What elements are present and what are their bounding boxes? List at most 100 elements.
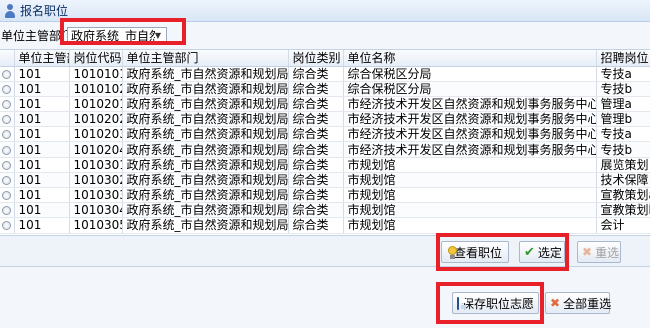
cell-department: 政府系统_市自然资源和规划局 bbox=[122, 111, 289, 128]
cell-position-type: 综合类 bbox=[288, 202, 344, 219]
cell-position-code: 1010302 bbox=[69, 172, 123, 189]
cell-department: 政府系统_市自然资源和规划局 bbox=[122, 66, 289, 82]
department-select[interactable]: 政府系统_市自然资源和规划局 ▼ bbox=[67, 27, 167, 44]
table-row[interactable]: 101 1010202 政府系统_市自然资源和规划局 综合类 市经济技术开发区自然资源和… bbox=[0, 111, 650, 128]
cell-unit-name: 市经济技术开发区自然资源和规划事务服务中心 bbox=[343, 96, 597, 113]
row-radio[interactable] bbox=[2, 84, 12, 94]
user-icon bbox=[3, 3, 17, 18]
row-radio[interactable] bbox=[2, 221, 12, 231]
cell-position-code: 1010101 bbox=[69, 66, 123, 82]
row-action-bar: 查看职位 ✔ 选定 ✖ 重选 bbox=[0, 235, 650, 267]
row-radio[interactable] bbox=[2, 175, 12, 185]
row-select-cell bbox=[0, 96, 15, 113]
row-radio[interactable] bbox=[2, 99, 12, 109]
table-row[interactable]: 101 1010201 政府系统_市自然资源和规划局 综合类 市经济技术开发区自然资源和… bbox=[0, 96, 650, 113]
cell-unit-name: 市规划馆 bbox=[343, 172, 597, 189]
row-select-cell bbox=[0, 111, 15, 128]
column-header-position-code[interactable]: 岗位代码 bbox=[69, 50, 123, 67]
cell-position-type: 综合类 bbox=[288, 111, 344, 128]
column-header-unit-name[interactable]: 单位名称 bbox=[343, 50, 597, 67]
cell-unit-code: 101 bbox=[14, 187, 70, 204]
row-select-cell bbox=[0, 172, 15, 189]
window-title: 报名职位 bbox=[20, 4, 69, 18]
row-radio[interactable] bbox=[2, 160, 12, 170]
cell-position-type: 综合类 bbox=[288, 217, 344, 234]
cell-position-code: 1010305 bbox=[69, 217, 123, 234]
cell-position-code: 1010201 bbox=[69, 96, 123, 113]
chevron-down-icon[interactable]: ▼ bbox=[152, 30, 164, 41]
table-row[interactable]: 101 1010204 政府系统_市自然资源和规划局 综合类 市经济技术开发区自然资源和… bbox=[0, 141, 650, 158]
cell-department: 政府系统_市自然资源和规划局 bbox=[122, 172, 289, 189]
cell-unit-code: 101 bbox=[14, 217, 70, 234]
cell-unit-code: 101 bbox=[14, 111, 70, 128]
cell-department: 政府系统_市自然资源和规划局 bbox=[122, 126, 289, 143]
row-radio[interactable] bbox=[2, 145, 12, 155]
table-row[interactable]: 101 1010203 政府系统_市自然资源和规划局 综合类 市经济技术开发区自然资源和… bbox=[0, 126, 650, 143]
reselect-all-label: 全部重选 bbox=[563, 296, 612, 311]
reselect-button[interactable]: ✖ 重选 bbox=[577, 241, 621, 263]
save-preference-button[interactable]: 保存职位志愿 bbox=[452, 292, 539, 314]
cell-unit-name: 市规划馆 bbox=[343, 157, 597, 173]
cell-position-type: 综合类 bbox=[288, 141, 344, 158]
cell-recruit-post: 专技a bbox=[596, 126, 650, 143]
cell-unit-name: 市经济技术开发区自然资源和规划事务服务中心 bbox=[343, 126, 597, 143]
row-select-cell bbox=[0, 66, 15, 82]
table-row[interactable]: 1011010303政府系统_市自然资源和规划局综合类市规划馆宣教策划a bbox=[0, 187, 650, 204]
save-preference-label: 保存职位志愿 bbox=[462, 296, 535, 311]
cell-unit-code: 101 bbox=[14, 96, 70, 113]
cell-recruit-post: 管理a bbox=[596, 96, 650, 113]
column-header-department[interactable]: 单位主管部门 bbox=[122, 50, 289, 67]
cell-position-code: 1010102 bbox=[69, 81, 123, 97]
cell-department: 政府系统_市自然资源和规划局 bbox=[122, 141, 289, 158]
cell-unit-code: 101 bbox=[14, 157, 70, 173]
cell-department: 政府系统_市自然资源和规划局 bbox=[122, 202, 289, 219]
table-row[interactable]: 101 1010102 政府系统_市自然资源和规划局 综合类 综合保税区分局 专技b bbox=[0, 81, 650, 97]
row-radio[interactable] bbox=[2, 191, 12, 201]
cell-recruit-post: 会计 bbox=[596, 217, 650, 234]
row-radio[interactable] bbox=[2, 115, 12, 125]
title-bar: 报名职位 bbox=[0, 0, 650, 22]
cell-unit-name: 市经济技术开发区自然资源和规划事务服务中心 bbox=[343, 111, 597, 128]
save-icon bbox=[457, 296, 467, 310]
column-header-unit-code[interactable]: 单位主管部门 bbox=[14, 50, 70, 67]
close-icon: ✖ bbox=[582, 244, 593, 259]
cell-unit-name: 市规划馆 bbox=[343, 202, 597, 219]
column-header-position-type[interactable]: 岗位类别 bbox=[288, 50, 344, 67]
cell-position-code: 1010204 bbox=[69, 141, 123, 158]
cell-position-type: 综合类 bbox=[288, 81, 344, 97]
cell-unit-code: 101 bbox=[14, 81, 70, 97]
cell-department: 政府系统_市自然资源和规划局 bbox=[122, 217, 289, 234]
reselect-all-button[interactable]: ✖ 全部重选 bbox=[545, 292, 612, 314]
cell-position-type: 综合类 bbox=[288, 157, 344, 173]
select-button[interactable]: ✔ 选定 bbox=[519, 241, 565, 263]
table-row[interactable]: 101 1010301 政府系统_市自然资源和规划局 综合类 市规划馆 展览策划 bbox=[0, 157, 650, 173]
positions-table: 单位主管部门 岗位代码 单位主管部门 岗位类别 单位名称 招聘岗位 101101… bbox=[0, 50, 650, 234]
table-row[interactable]: 1011010304政府系统_市自然资源和规划局综合类市规划馆宣教策划b bbox=[0, 202, 650, 219]
cell-recruit-post: 宣教策划b bbox=[596, 202, 650, 219]
reselect-label: 重选 bbox=[595, 245, 620, 260]
column-header-recruit-post[interactable]: 招聘岗位 bbox=[596, 50, 650, 67]
cell-position-type: 综合类 bbox=[288, 66, 344, 82]
cell-position-type: 综合类 bbox=[288, 96, 344, 113]
table-row[interactable]: 101 1010305 政府系统_市自然资源和规划局 综合类 市规划馆 会计 bbox=[0, 217, 650, 234]
row-radio[interactable] bbox=[2, 69, 12, 79]
row-select-cell bbox=[0, 217, 15, 234]
view-position-label: 查看职位 bbox=[453, 245, 502, 260]
row-radio[interactable] bbox=[2, 130, 12, 140]
table-body: 101 1010101 政府系统_市自然资源和规划局 综合类 综合保税区分局 专技a 101… bbox=[0, 66, 650, 234]
row-select-cell bbox=[0, 126, 15, 143]
row-radio[interactable] bbox=[2, 206, 12, 216]
row-select-cell bbox=[0, 81, 15, 97]
cell-recruit-post: 管理b bbox=[596, 111, 650, 128]
table-row[interactable]: 101 1010101 政府系统_市自然资源和规划局 综合类 综合保税区分局 专技a bbox=[0, 66, 650, 82]
table-row[interactable]: 101 1010302 政府系统_市自然资源和规划局 综合类 市规划馆 技术保障 bbox=[0, 172, 650, 189]
cell-unit-name: 市经济技术开发区自然资源和规划事务服务中心 bbox=[343, 141, 597, 158]
view-position-button[interactable]: 查看职位 bbox=[441, 241, 509, 263]
table-header-row: 单位主管部门 岗位代码 单位主管部门 岗位类别 单位名称 招聘岗位 bbox=[0, 50, 650, 67]
checkmark-icon: ✔ bbox=[524, 244, 535, 260]
cell-unit-code: 101 bbox=[14, 172, 70, 189]
cell-recruit-post: 展览策划 bbox=[596, 157, 650, 173]
cell-position-code: 1010202 bbox=[69, 111, 123, 128]
cell-position-code: 1010304 bbox=[69, 202, 123, 219]
cell-position-code: 1010303 bbox=[69, 187, 123, 204]
